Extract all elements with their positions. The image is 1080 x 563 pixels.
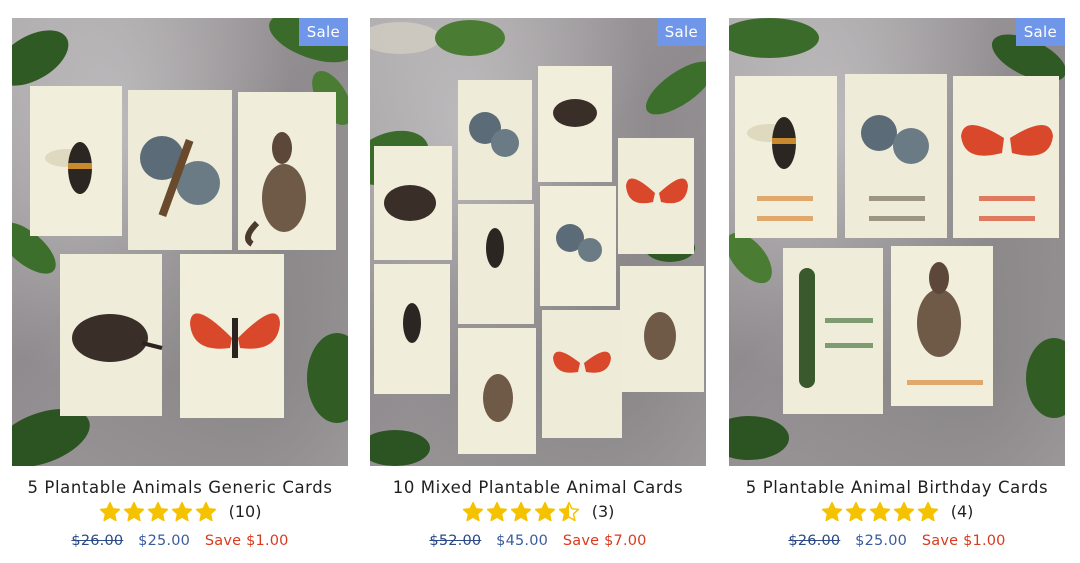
star-full-icon [147,501,168,522]
product-card[interactable]: Sale 10 Mixed Plantable Animal Cards (3)… [370,18,706,558]
star-half-icon [558,501,579,522]
price-block: $26.00 $25.00 Save $1.00 [12,533,348,549]
star-full-icon [99,501,120,522]
product-card[interactable]: Sale 5 Plantable Animal Birthday Cards (… [729,18,1065,558]
star-full-icon [893,501,914,522]
savings-label: Save $1.00 [204,533,289,549]
product-rating[interactable]: (3) [370,501,706,523]
star-rating [99,501,219,523]
sale-badge: Sale [298,18,348,46]
product-image-generic-cards[interactable]: Sale [12,18,348,466]
star-full-icon [821,501,842,522]
birthday-animal-cards-image [729,18,1065,460]
review-count: (3) [591,502,615,521]
product-rating[interactable]: (10) [12,501,348,523]
sale-badge: Sale [656,18,706,46]
star-full-icon [845,501,866,522]
star-full-icon [869,501,890,522]
review-count: (4) [950,502,974,521]
star-full-icon [534,501,555,522]
star-full-icon [917,501,938,522]
sale-price: $25.00 [138,533,191,549]
star-full-icon [510,501,531,522]
sale-badge: Sale [1015,18,1065,46]
star-rating [821,501,941,523]
generic-animal-cards-image [12,18,348,466]
star-full-icon [171,501,192,522]
product-grid: Sale 5 Plantable Animals Generic Cards (… [0,0,1080,563]
product-image-mixed-cards[interactable]: Sale [370,18,706,466]
savings-label: Save $1.00 [921,533,1006,549]
star-full-icon [462,501,483,522]
price-block: $26.00 $25.00 Save $1.00 [729,533,1065,549]
star-rating [462,501,582,523]
price-block: $52.00 $45.00 Save $7.00 [370,533,706,549]
product-image-birthday-cards[interactable]: Sale [729,18,1065,466]
sale-price: $25.00 [855,533,908,549]
product-card[interactable]: Sale 5 Plantable Animals Generic Cards (… [12,18,348,558]
compare-at-price: $26.00 [788,533,841,549]
product-title[interactable]: 5 Plantable Animal Birthday Cards [729,478,1065,497]
sale-price: $45.00 [496,533,549,549]
savings-label: Save $7.00 [562,533,647,549]
compare-at-price: $26.00 [71,533,124,549]
star-full-icon [195,501,216,522]
product-rating[interactable]: (4) [729,501,1065,523]
mixed-animal-cards-image [370,20,706,466]
star-full-icon [123,501,144,522]
compare-at-price: $52.00 [429,533,482,549]
review-count: (10) [228,502,262,521]
product-title[interactable]: 10 Mixed Plantable Animal Cards [370,478,706,497]
product-title[interactable]: 5 Plantable Animals Generic Cards [12,478,348,497]
star-full-icon [486,501,507,522]
